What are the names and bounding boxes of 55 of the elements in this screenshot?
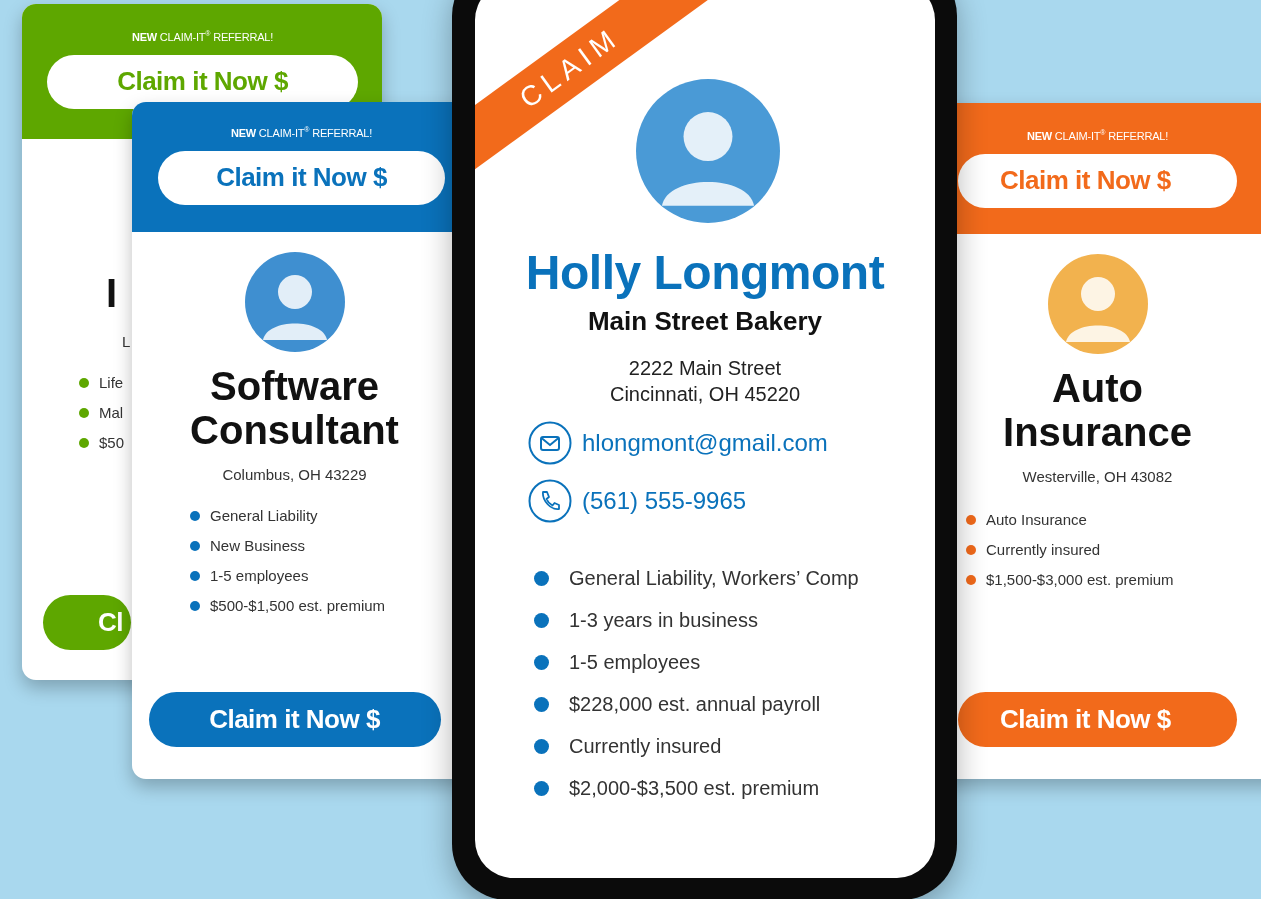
- claim-button[interactable]: Cl: [43, 595, 131, 650]
- card-title: Auto Insurance: [1002, 365, 1193, 454]
- bullet-text: General Liability, Workers’ Comp: [569, 567, 859, 590]
- email-link[interactable]: hlongmont@gmail.com: [582, 429, 828, 457]
- bullet-dot: [190, 540, 200, 551]
- phone-icon: [528, 479, 572, 523]
- claim-button[interactable]: Claim it Now $: [158, 150, 445, 205]
- bullet-dot: [966, 544, 976, 555]
- bullet-dot: [534, 781, 549, 796]
- bullet-dot: [190, 600, 200, 611]
- bullet-text: 1-5 employees: [569, 651, 701, 674]
- banner-text: NEW CLAIM-IT$^{®}$ REFERRAL!: [229, 126, 374, 139]
- bullet-dot: [534, 697, 549, 712]
- bullet-dot: [966, 574, 976, 585]
- location-text: Columbus, OH 43229: [222, 465, 367, 483]
- claim-button[interactable]: Claim it Now $: [958, 692, 1237, 747]
- claim-button[interactable]: Claim it Now $: [148, 692, 441, 747]
- business-name: Main Street Bakery: [587, 306, 823, 337]
- bullet-text: Currently insured: [986, 540, 1101, 559]
- bullet-text: 1-5 employees: [210, 566, 309, 585]
- bullet-text: Currently insured: [569, 735, 722, 758]
- bullet-dot: [534, 739, 549, 754]
- bullet-dot: [190, 510, 200, 521]
- bullet-text: $228,000 est. annual payroll: [569, 693, 821, 716]
- bullet-text: New Business: [210, 536, 306, 555]
- bullet-text: Mal: [99, 404, 124, 422]
- bullet-dot: [79, 408, 89, 418]
- location-text: Westerville, OH 43082: [1022, 467, 1173, 485]
- card-title: I: [106, 271, 118, 315]
- bullet-text: Life: [99, 374, 124, 392]
- bullet-text: $1,500-$3,000 est. premium: [986, 570, 1174, 589]
- bullet-text: Auto Insurance: [986, 510, 1087, 529]
- bullet-dot: [79, 438, 89, 448]
- person-name: Holly Longmont: [525, 245, 885, 300]
- bullet-dot: [534, 655, 549, 670]
- envelope-icon: [528, 421, 572, 465]
- address-text: 2222 Main Street: [628, 356, 782, 381]
- bullet-text: 1-3 years in business: [569, 609, 758, 632]
- bullet-dot: [966, 514, 976, 525]
- bullet-dot: [79, 378, 89, 388]
- address-text: Cincinnati, OH 45220: [609, 382, 801, 407]
- claim-button[interactable]: Claim it Now $: [958, 153, 1237, 208]
- card-title: Software Consultant: [189, 363, 400, 452]
- claim-button[interactable]: Claim it Now $: [47, 54, 358, 109]
- bullet-text: $50: [99, 434, 125, 452]
- bullet-dot: [534, 571, 549, 586]
- bullet-dot: [190, 570, 200, 581]
- banner-text: NEW CLAIM-IT$^{®}$ REFERRAL!: [1025, 129, 1170, 142]
- bullet-text: General Liability: [210, 506, 318, 525]
- bullet-text: $500-$1,500 est. premium: [210, 596, 386, 615]
- location-text: L: [122, 333, 131, 350]
- bullet-dot: [534, 613, 549, 628]
- banner-text: NEW CLAIM-IT$^{®}$ REFERRAL!: [130, 30, 275, 43]
- bullet-text: $2,000-$3,500 est. premium: [569, 777, 820, 800]
- phone-link[interactable]: (561) 555-9965: [582, 487, 747, 515]
